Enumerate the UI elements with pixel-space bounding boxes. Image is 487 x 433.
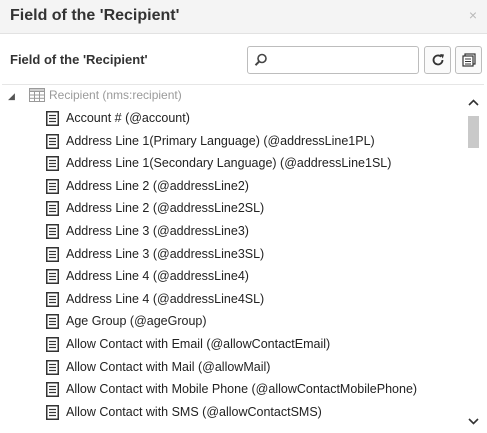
tree-item-label: Address Line 4 (@addressLine4) [66,269,249,284]
document-icon [46,269,59,289]
tree-item[interactable]: Allow Contact with Mobile Phone (@allowC… [2,378,464,401]
chevron-up-icon [468,98,479,106]
refresh-button[interactable] [424,46,451,74]
tree-item-label: Address Line 1(Secondary Language) (@add… [66,156,392,171]
document-icon [46,359,59,380]
tree-item[interactable]: Address Line 3 (@addressLine3SL) [2,243,464,266]
tree-item-label: Account # (@account) [66,111,190,125]
document-icon [46,246,59,267]
tree-field-list: Account # (@account) Address Line 1(Prima… [2,107,464,423]
collapse-arrow-icon[interactable]: ◢ [8,91,15,102]
document-icon [46,156,59,176]
tree-item-label: Address Line 3 (@addressLine3) [66,223,249,238]
tree-item-label: Age Group (@ageGroup) [66,314,207,329]
document-icon [46,133,59,154]
tree-item[interactable]: Address Line 4 (@addressLine4SL) [2,288,464,311]
tree-item-label: Address Line 2 (@addressLine2SL) [66,201,265,216]
tree-item[interactable]: Address Line 4 (@addressLine4) [2,265,464,288]
tree-item[interactable]: Address Line 1(Secondary Language) (@add… [2,152,464,175]
tree-item-label: Allow Contact with Email (@allowContactE… [66,336,331,351]
tree-item-label: Address Line 4 (@addressLine4SL) [66,291,265,306]
tree-root-label: Recipient (nms:recipient) [49,88,182,102]
tree-item[interactable]: Address Line 3 (@addressLine3) [2,220,464,243]
document-icon [46,223,59,244]
document-icon [46,201,59,221]
document-icon [46,314,59,334]
dialog-titlebar: Field of the 'Recipient' × [0,0,487,34]
field-tree: ◢ Recipient (nms:recipient) Account # (@… [2,84,484,433]
scroll-thumb[interactable] [468,116,479,148]
tree-item[interactable]: Allow Contact with Mail (@allowMail) [2,356,464,379]
scroll-up-button[interactable] [465,95,482,109]
tree-item[interactable]: Address Line 1(Primary Language) (@addre… [2,130,464,153]
tree-item-label: Address Line 3 (@addressLine3SL) [66,246,265,261]
close-icon[interactable]: × [466,8,480,22]
chevron-down-icon [468,417,479,425]
tree-item[interactable]: Allow Contact with SMS (@allowContactSMS… [2,401,464,424]
tree-item[interactable]: Address Line 2 (@addressLine2SL) [2,197,464,220]
tree-item[interactable]: Age Group (@ageGroup) [2,310,464,333]
tree-item[interactable]: Allow Contact with Email (@allowContactE… [2,333,464,356]
vertical-scrollbar[interactable] [465,95,482,428]
document-icon [46,404,59,425]
document-icon [46,178,59,199]
dialog-title: Field of the 'Recipient' [10,7,180,24]
tree-item[interactable]: Address Line 2 (@addressLine2) [2,175,464,198]
document-icon [46,111,59,131]
tree-item-label: Allow Contact with Mail (@allowMail) [66,359,271,374]
tree-item[interactable]: Account # (@account) [2,107,464,130]
table-icon [29,88,45,102]
document-icon [46,291,59,312]
search-box[interactable] [247,46,419,74]
tree-item-label: Address Line 2 (@addressLine2) [66,178,249,193]
scroll-down-button[interactable] [465,414,482,428]
toolbar-label: Field of the 'Recipient' [10,52,148,67]
document-icon [46,336,59,357]
search-input[interactable] [272,50,412,70]
refresh-icon [432,54,444,66]
tree-root-recipient[interactable]: ◢ Recipient (nms:recipient) [2,85,462,107]
tree-item-label: Allow Contact with Mobile Phone (@allowC… [66,382,418,397]
details-button[interactable] [455,46,482,74]
document-icon [46,382,59,402]
tree-item-label: Address Line 1(Primary Language) (@addre… [66,133,375,148]
details-icon [461,53,476,67]
search-icon [254,53,267,66]
tree-item-label: Allow Contact with SMS (@allowContactSMS… [66,404,322,419]
